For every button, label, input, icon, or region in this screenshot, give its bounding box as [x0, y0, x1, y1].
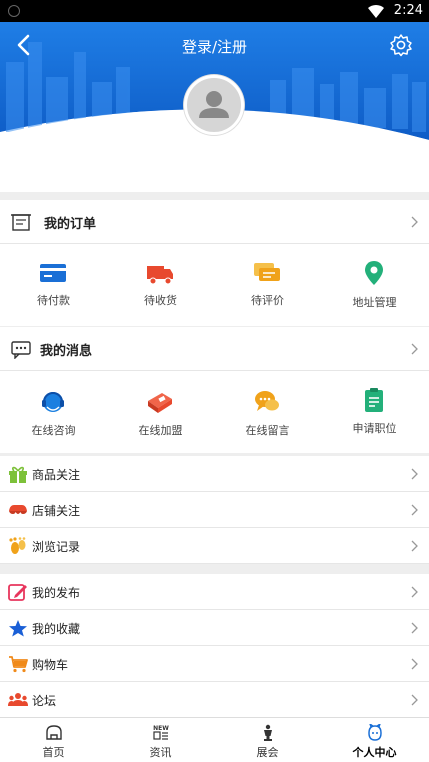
online-join[interactable]: 在线加盟	[107, 371, 214, 453]
online-message[interactable]: 在线留言	[214, 371, 321, 453]
shopping-cart-icon	[9, 656, 28, 673]
orders-grid: 待付款 待收货 待评价 地址管理	[0, 244, 429, 326]
svg-text:NEW: NEW	[153, 725, 169, 732]
order-pending-review[interactable]: 待评价	[214, 244, 321, 326]
trophy-icon	[264, 724, 272, 741]
order-pending-payment[interactable]: 待付款	[0, 244, 107, 326]
list-item-shopping-cart[interactable]: 购物车	[0, 646, 429, 682]
tab-exhibition[interactable]: 展会	[214, 718, 321, 762]
profile-page: 2:24 登录/注册 我的订单 待付款 待收货 待评价 地址管理 我的消息 在线…	[0, 0, 429, 762]
avatar[interactable]	[184, 75, 244, 135]
chevron-right-icon	[411, 540, 418, 552]
messages-grid: 在线咨询 在线加盟 在线留言 申请职位	[0, 371, 429, 453]
shop-awning-icon	[9, 505, 27, 514]
location-pin-icon	[365, 261, 383, 285]
list-item-my-posts[interactable]: 我的发布	[0, 574, 429, 610]
messages-title: 我的消息	[40, 344, 93, 359]
list-item-label: 我的收藏	[32, 622, 81, 636]
messages-header[interactable]: 我的消息	[0, 327, 429, 371]
apply-job[interactable]: 申请职位	[321, 371, 428, 453]
orders-header[interactable]: 我的订单	[0, 200, 429, 244]
follow-list: 商品关注 店铺关注 浏览记录	[0, 456, 429, 564]
list-item-label: 商品关注	[32, 468, 81, 482]
list-item-my-favorites[interactable]: 我的收藏	[0, 610, 429, 646]
list-item-label: 购物车	[32, 658, 69, 672]
profile-header: 登录/注册	[0, 22, 429, 192]
message-box-icon	[11, 341, 31, 359]
tab-label: 个人中心	[352, 746, 397, 759]
page-title[interactable]: 登录/注册	[0, 36, 429, 57]
list-item-label: 店铺关注	[32, 504, 81, 518]
tab-home[interactable]: 首页	[0, 718, 107, 762]
chevron-right-icon	[411, 468, 418, 480]
bottom-tab-bar: 首页 NEW 资讯 展会 个人中心	[0, 717, 429, 762]
delivery-truck-icon	[147, 266, 173, 285]
tab-news[interactable]: NEW 资讯	[107, 718, 214, 762]
apply-job-label: 申请职位	[352, 422, 397, 435]
status-bar: 2:24	[0, 0, 429, 22]
online-consult-label: 在线咨询	[31, 424, 76, 437]
chevron-right-icon	[411, 658, 418, 670]
tab-profile[interactable]: 个人中心	[321, 718, 428, 762]
news-icon: NEW	[153, 725, 169, 740]
headset-icon	[42, 392, 64, 412]
edit-pen-icon	[8, 584, 27, 601]
status-time: 2:24	[393, 3, 423, 18]
join-box-icon	[148, 393, 172, 413]
online-join-label: 在线加盟	[138, 424, 183, 437]
chevron-right-icon	[411, 586, 418, 598]
wifi-icon	[368, 4, 384, 18]
chevron-right-icon	[411, 622, 418, 634]
orders-title: 我的订单	[44, 217, 97, 232]
online-consult[interactable]: 在线咨询	[0, 371, 107, 453]
order-pending-payment-label: 待付款	[37, 294, 70, 307]
order-pending-review-label: 待评价	[251, 294, 284, 307]
list-item-goods-follow[interactable]: 商品关注	[0, 456, 429, 492]
notification-icon	[8, 5, 20, 17]
messages-section: 我的消息 在线咨询 在线加盟 在线留言 申请职位	[0, 327, 429, 453]
list-item-label: 论坛	[32, 694, 57, 708]
orders-section: 我的订单 待付款 待收货 待评价 地址管理	[0, 200, 429, 326]
star-icon	[9, 620, 27, 637]
chat-bubbles-icon	[255, 391, 279, 411]
comment-stack-icon	[254, 263, 280, 281]
chevron-right-icon	[411, 343, 418, 355]
list-item-browse-history[interactable]: 浏览记录	[0, 528, 429, 564]
address-management[interactable]: 地址管理	[321, 244, 428, 326]
gift-icon	[9, 466, 27, 483]
list-item-label: 我的发布	[32, 586, 81, 600]
tab-label: 资讯	[149, 746, 172, 759]
clipboard-icon	[365, 388, 383, 412]
tab-label: 展会	[256, 746, 279, 759]
profile-face-icon	[368, 724, 382, 741]
list-item-shop-follow[interactable]: 店铺关注	[0, 492, 429, 528]
footprint-icon	[9, 537, 26, 554]
list-item-forum[interactable]: 论坛	[0, 682, 429, 718]
home-icon	[46, 725, 62, 740]
chevron-right-icon	[411, 504, 418, 516]
chevron-right-icon	[411, 694, 418, 706]
order-pending-receipt-label: 待收货	[144, 294, 177, 307]
user-silhouette-icon	[199, 91, 229, 118]
order-pending-receipt[interactable]: 待收货	[107, 244, 214, 326]
gear-icon[interactable]	[389, 33, 413, 57]
address-management-label: 地址管理	[352, 296, 397, 309]
list-item-label: 浏览记录	[32, 540, 81, 554]
users-group-icon	[8, 693, 28, 706]
personal-list: 我的发布 我的收藏 购物车 论坛	[0, 574, 429, 718]
tab-label: 首页	[42, 746, 65, 759]
receipt-icon	[11, 214, 31, 231]
chevron-right-icon	[411, 216, 418, 228]
payment-card-icon	[40, 264, 66, 282]
online-message-label: 在线留言	[245, 424, 290, 437]
